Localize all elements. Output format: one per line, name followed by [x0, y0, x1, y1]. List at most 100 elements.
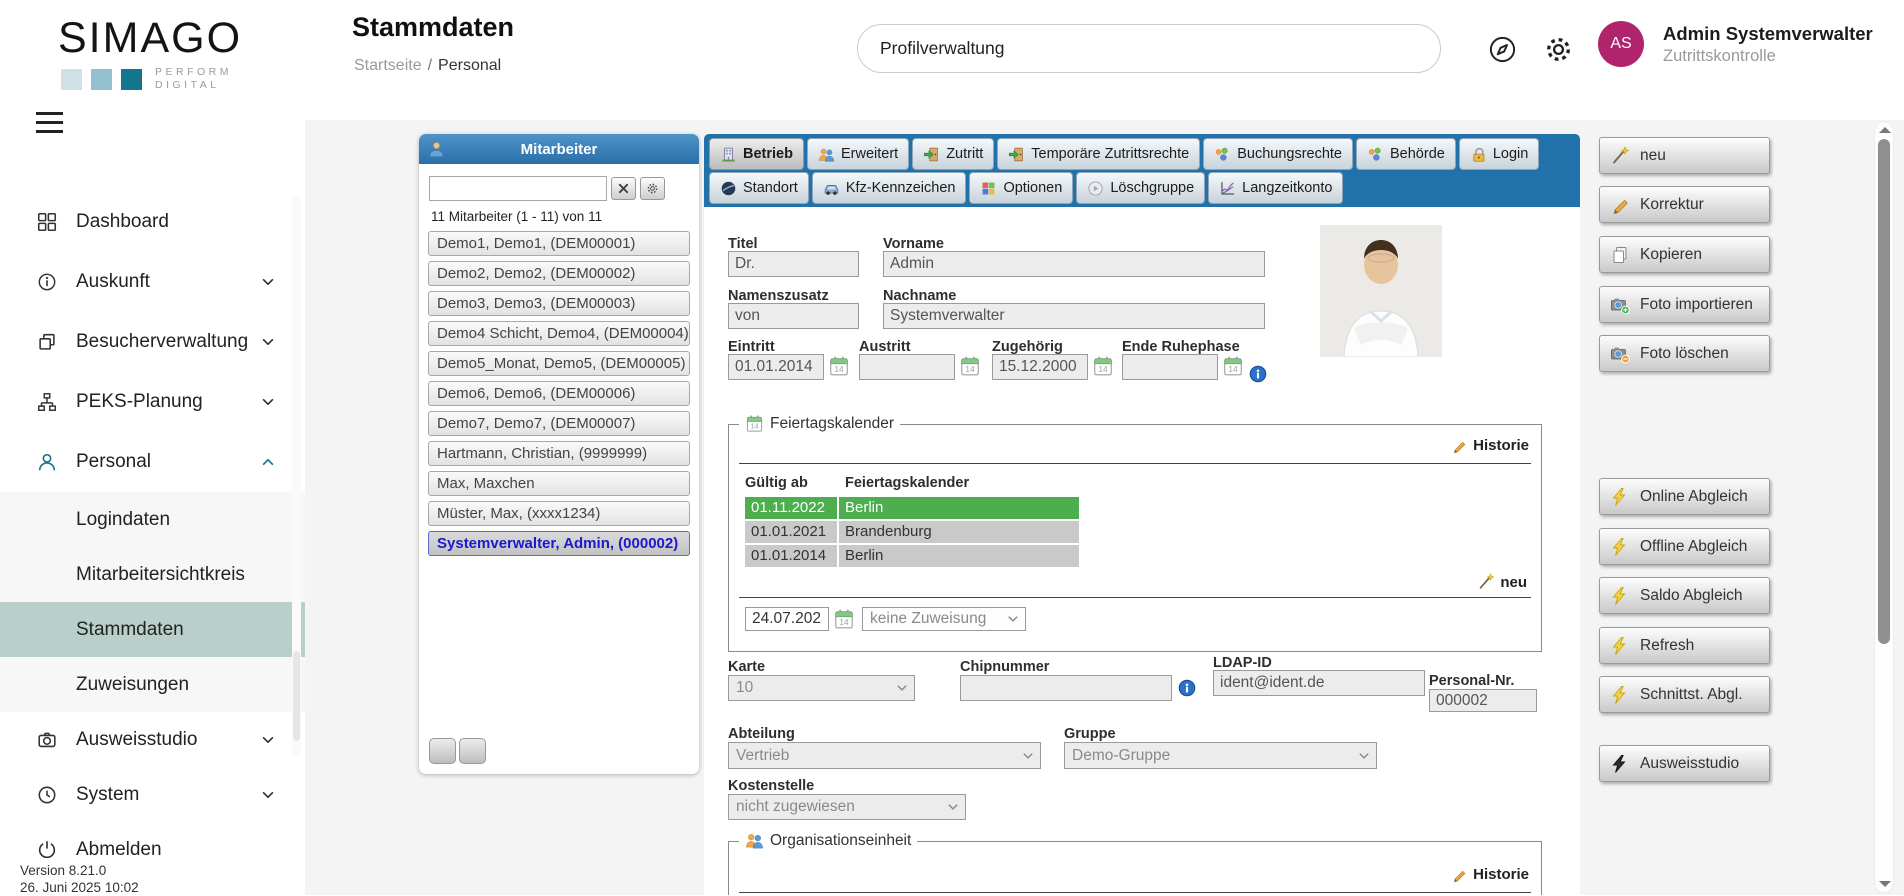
search-settings-button[interactable] — [640, 177, 665, 200]
tab-erweitert[interactable]: Erweitert — [806, 138, 910, 170]
chipnummer-field[interactable] — [960, 675, 1172, 701]
info-icon[interactable] — [1178, 679, 1196, 697]
sidebar-scrollbar[interactable] — [292, 196, 301, 756]
tab-betrieb[interactable]: Betrieb — [709, 138, 804, 170]
info-icon[interactable] — [1249, 365, 1267, 383]
calendar-icon[interactable] — [833, 608, 855, 630]
employee-list-item[interactable]: Demo3, Demo3, (DEM00003) — [428, 291, 690, 316]
ldap-id-field[interactable] — [1213, 670, 1425, 696]
holiday-table-row[interactable]: 01.01.2014 Berlin — [745, 545, 1079, 567]
scroll-down-icon[interactable] — [1879, 881, 1891, 887]
scroll-up-icon[interactable] — [1879, 127, 1891, 133]
pager-next-button[interactable] — [459, 738, 486, 764]
compass-icon[interactable] — [1487, 34, 1518, 65]
button-label: Ausweisstudio — [1640, 754, 1740, 772]
sidebar-item-system[interactable]: System — [0, 767, 305, 822]
calendar-icon[interactable] — [959, 355, 981, 377]
sidebar-subitem-mitarbeitersichtkreis[interactable]: Mitarbeitersichtkreis — [0, 547, 305, 602]
employee-list-item[interactable]: Demo6, Demo6, (DEM00006) — [428, 381, 690, 406]
foto-löschen-button[interactable]: Foto löschen — [1599, 335, 1770, 372]
search-input[interactable] — [857, 24, 1441, 73]
avatar[interactable]: AS — [1598, 21, 1644, 67]
pager-prev-button[interactable] — [429, 738, 456, 764]
kopieren-button[interactable]: Kopieren — [1599, 236, 1770, 273]
tab-login[interactable]: Login — [1458, 138, 1540, 170]
ende-ruhephase-field[interactable] — [1122, 354, 1218, 380]
employee-list-item[interactable]: Demo1, Demo1, (DEM00001) — [428, 231, 690, 256]
personal-nr-field[interactable] — [1429, 689, 1537, 712]
employee-list-item[interactable]: Demo4 Schicht, Demo4, (DEM00004) — [428, 321, 690, 346]
pencil-icon — [1451, 438, 1467, 454]
tab-temporäre-zutrittsrechte[interactable]: Temporäre Zutrittsrechte — [997, 138, 1201, 170]
kostenstelle-select[interactable]: nicht zugewiesen — [728, 794, 966, 820]
calendar-icon[interactable] — [1092, 355, 1114, 377]
sidebar-subitem-zuweisungen[interactable]: Zuweisungen — [0, 657, 305, 712]
korrektur-button[interactable]: Korrektur — [1599, 186, 1770, 223]
employee-panel-title: Mitarbeiter — [520, 140, 598, 158]
saldo-abgleich-button[interactable]: Saldo Abgleich — [1599, 577, 1770, 614]
nachname-field[interactable] — [883, 303, 1265, 329]
austritt-field[interactable] — [859, 354, 955, 380]
tab-standort[interactable]: Standort — [709, 172, 809, 204]
sidebar-item-ausweisstudio[interactable]: Ausweisstudio — [0, 712, 305, 767]
sidebar-item-peks-planung[interactable]: PEKS-Planung — [0, 372, 305, 432]
clear-search-button[interactable] — [611, 177, 636, 200]
sidebar-subitem-stammdaten[interactable]: Stammdaten — [0, 602, 305, 657]
sidebar-item-dashboard[interactable]: Dashboard — [0, 192, 305, 252]
karte-select[interactable]: 10 — [728, 675, 915, 701]
employee-list-item[interactable]: Demo2, Demo2, (DEM00002) — [428, 261, 690, 286]
schnittst-abgl--button[interactable]: Schnittst. Abgl. — [1599, 676, 1770, 713]
employee-list-item[interactable]: Systemverwalter, Admin, (000002) — [428, 531, 690, 556]
employee-search-input[interactable] — [429, 176, 607, 201]
employee-list-item[interactable]: Demo5_Monat, Demo5, (DEM00005) — [428, 351, 690, 376]
sidebar-item-personal[interactable]: Personal — [0, 432, 305, 492]
employee-list-item[interactable]: Max, Maxchen — [428, 471, 690, 496]
historie-link[interactable]: Historie — [1451, 866, 1529, 883]
assignment-select[interactable]: keine Zuweisung — [862, 607, 1026, 631]
tab-löschgruppe[interactable]: Löschgruppe — [1076, 172, 1206, 204]
vertical-scrollbar[interactable] — [1874, 121, 1894, 893]
historie-link[interactable]: Historie — [1451, 437, 1529, 454]
employee-list-item[interactable]: Hartmann, Christian, (9999999) — [428, 441, 690, 466]
employee-list-item[interactable]: Demo7, Demo7, (DEM00007) — [428, 411, 690, 436]
people-icon — [745, 831, 764, 850]
calendar-icon[interactable] — [1222, 355, 1244, 377]
abteilung-select[interactable]: Vertrieb — [728, 742, 1041, 769]
gruppe-select[interactable]: Demo-Gruppe — [1064, 742, 1377, 769]
tab-kfz-kennzeichen[interactable]: Kfz-Kennzeichen — [811, 172, 967, 204]
bolt-icon — [1610, 537, 1630, 557]
breadcrumb-home[interactable]: Startseite — [354, 57, 422, 74]
sidebar-subitem-logindaten[interactable]: Logindaten — [0, 492, 305, 547]
menu-toggle-icon[interactable] — [36, 112, 63, 139]
titel-field[interactable] — [728, 251, 859, 277]
vorname-field[interactable] — [883, 251, 1265, 277]
divider — [739, 597, 1531, 598]
tab-behörde[interactable]: Behörde — [1356, 138, 1456, 170]
eintritt-field[interactable] — [728, 354, 824, 380]
tab-label: Behörde — [1390, 146, 1445, 162]
scrollbar-thumb[interactable] — [1878, 139, 1890, 644]
tab-buchungsrechte[interactable]: Buchungsrechte — [1203, 138, 1353, 170]
dots-icon — [1214, 146, 1231, 163]
zugehoerig-field[interactable] — [992, 354, 1088, 380]
namenszusatz-field[interactable] — [728, 303, 859, 329]
refresh-button[interactable]: Refresh — [1599, 627, 1770, 664]
online-abgleich-button[interactable]: Online Abgleich — [1599, 478, 1770, 515]
sidebar-item-besucherverwaltung[interactable]: Besucherverwaltung — [0, 312, 305, 372]
tab-zutritt[interactable]: Zutritt — [912, 138, 995, 170]
sidebar-item-auskunft[interactable]: Auskunft — [0, 252, 305, 312]
ausweisstudio-button[interactable]: Ausweisstudio — [1599, 745, 1770, 782]
tab-optionen[interactable]: Optionen — [969, 172, 1074, 204]
offline-abgleich-button[interactable]: Offline Abgleich — [1599, 528, 1770, 565]
neu-link[interactable]: neu — [1477, 573, 1527, 591]
kostenstelle-label: Kostenstelle — [728, 778, 815, 794]
holiday-table-row[interactable]: 01.01.2021 Brandenburg — [745, 521, 1079, 543]
neu-button[interactable]: neu — [1599, 137, 1770, 174]
calendar-icon[interactable] — [828, 355, 850, 377]
foto-importieren-button[interactable]: Foto importieren — [1599, 286, 1770, 323]
tab-langzeitkonto[interactable]: Langzeitkonto — [1208, 172, 1344, 204]
holiday-table-row[interactable]: 01.11.2022 Berlin — [745, 497, 1079, 519]
new-valid-from-field[interactable] — [745, 607, 829, 631]
gear-icon[interactable] — [1543, 34, 1574, 65]
employee-list-item[interactable]: Müster, Max, (xxxx1234) — [428, 501, 690, 526]
